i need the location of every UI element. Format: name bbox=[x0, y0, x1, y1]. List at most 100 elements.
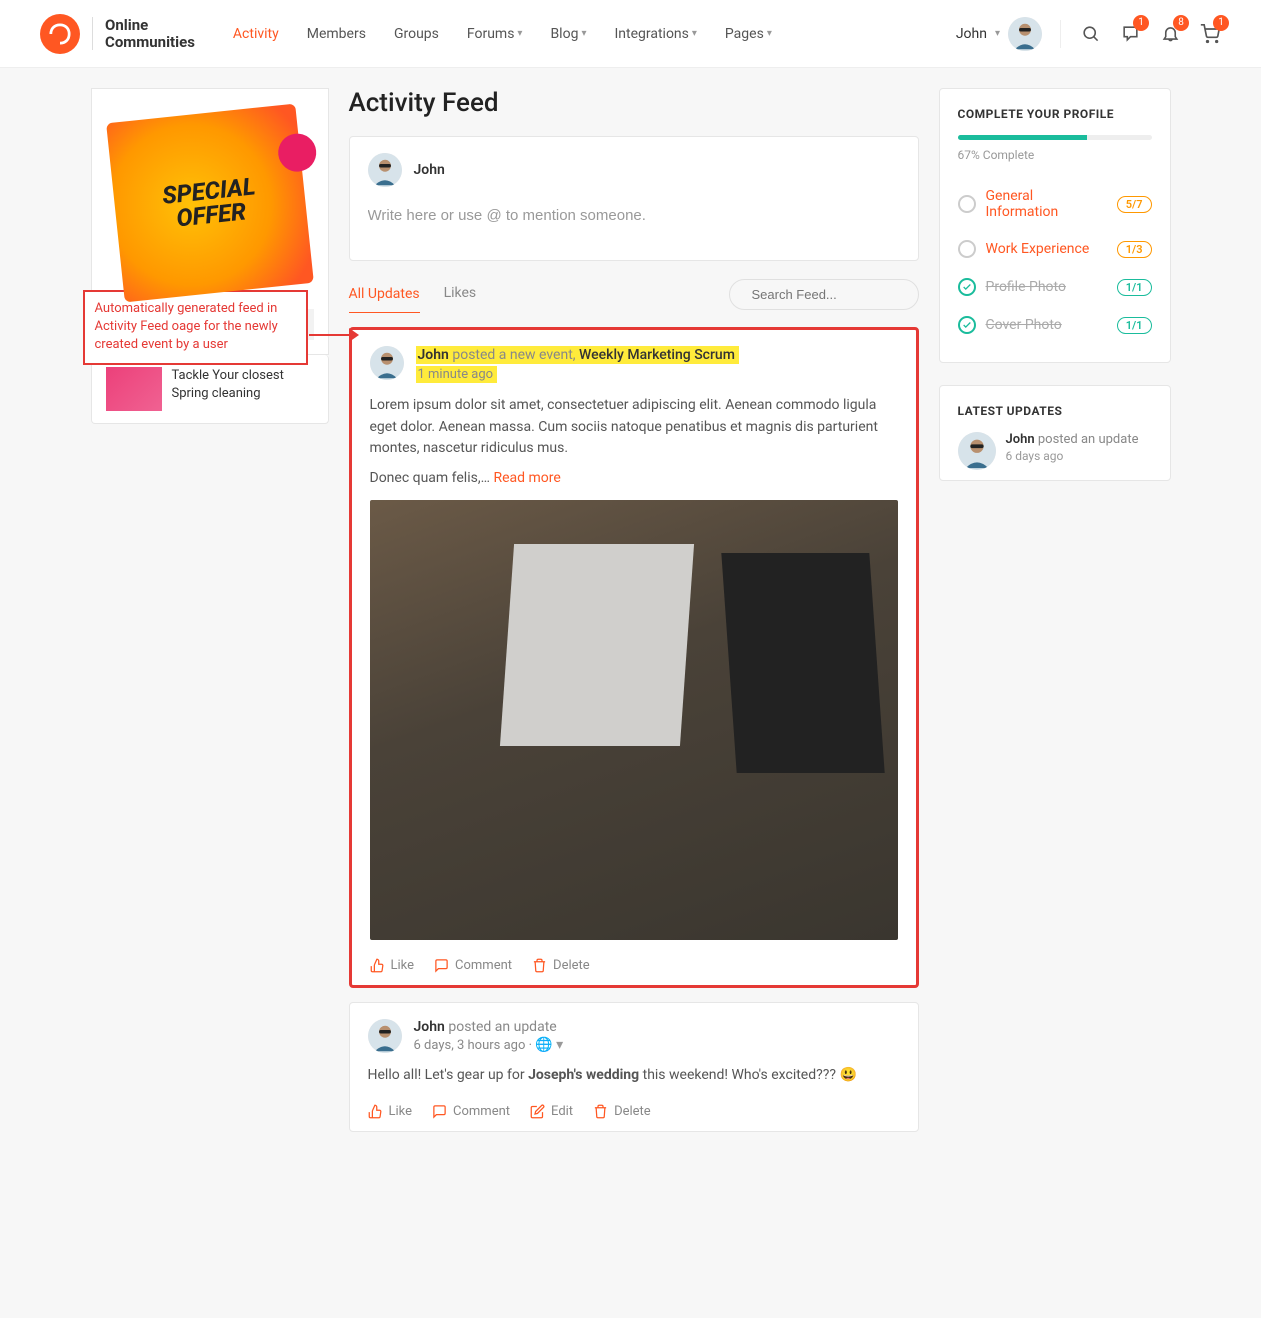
avatar bbox=[368, 153, 402, 187]
feed-actions: Like Comment Edit Delete bbox=[368, 1100, 900, 1119]
nav-forums[interactable]: Forums▾ bbox=[467, 26, 523, 42]
edit-button[interactable]: Edit bbox=[530, 1104, 573, 1119]
annotation-callout: Automatically generated feed in Activity… bbox=[83, 290, 308, 365]
nav-groups[interactable]: Groups bbox=[394, 26, 439, 42]
nav-integrations[interactable]: Integrations▾ bbox=[614, 26, 696, 42]
tab-likes[interactable]: Likes bbox=[444, 275, 477, 313]
check-circle-icon bbox=[958, 316, 976, 334]
like-icon bbox=[370, 958, 385, 973]
delete-button[interactable]: Delete bbox=[532, 958, 590, 973]
nav-forums-label: Forums bbox=[467, 26, 515, 42]
search-icon[interactable] bbox=[1079, 23, 1101, 45]
read-more-link[interactable]: Read more bbox=[493, 470, 560, 486]
comment-icon bbox=[432, 1104, 447, 1119]
task-row[interactable]: Work Experience1/3 bbox=[958, 230, 1152, 268]
progress-label: 67% Complete bbox=[958, 148, 1152, 162]
nav-blog[interactable]: Blog▾ bbox=[550, 26, 586, 42]
like-icon bbox=[368, 1104, 383, 1119]
comment-button[interactable]: Comment bbox=[434, 958, 512, 973]
composer: John bbox=[349, 136, 919, 261]
feed-body-more: Donec quam felis,… Read more bbox=[370, 468, 898, 490]
widget-title: COMPLETE YOUR PROFILE bbox=[958, 107, 1152, 121]
feed-actions: Like Comment Delete bbox=[370, 954, 898, 973]
feed-time-row: 6 days, 3 hours ago · 🌐 ▾ bbox=[414, 1037, 564, 1053]
promo-text: SPECIAL OFFER bbox=[161, 174, 259, 231]
globe-icon[interactable]: 🌐 ▾ bbox=[535, 1037, 563, 1053]
feed-time: 6 days, 3 hours ago bbox=[414, 1038, 526, 1053]
feed-action: posted a new event, bbox=[452, 347, 575, 363]
annotation-text: Automatically generated feed in Activity… bbox=[95, 301, 278, 352]
emoji-icon: 😃 bbox=[839, 1067, 856, 1083]
messages-badge: 1 bbox=[1133, 15, 1149, 31]
feed-author[interactable]: John bbox=[414, 1019, 445, 1035]
divider bbox=[1060, 20, 1061, 48]
like-label: Like bbox=[389, 1104, 413, 1119]
brand-line2: Communities bbox=[105, 34, 195, 51]
task-name: Work Experience bbox=[986, 241, 1107, 257]
update-time: 6 days ago bbox=[1006, 449, 1139, 463]
cart-badge: 1 bbox=[1213, 15, 1229, 31]
nav-pages[interactable]: Pages▾ bbox=[725, 26, 772, 42]
side-list: Tackle Your closest Spring cleaning bbox=[91, 355, 329, 424]
logo-icon bbox=[40, 14, 80, 54]
feed-body: Lorem ipsum dolor sit amet, consectetuer… bbox=[370, 395, 898, 460]
search-feed[interactable] bbox=[729, 279, 919, 310]
side-item[interactable]: Tackle Your closest Spring cleaning bbox=[92, 355, 328, 423]
chevron-down-icon: ▾ bbox=[692, 28, 697, 39]
left-sidebar: SPECIAL OFFER Black Friday is here! Tack… bbox=[91, 88, 329, 1146]
nav-blog-label: Blog bbox=[550, 26, 578, 42]
progress-fill bbox=[958, 135, 1088, 140]
feed-item-event: John posted a new event, Weekly Marketin… bbox=[349, 327, 919, 988]
header: Online Communities Activity Members Grou… bbox=[0, 0, 1261, 68]
delete-icon bbox=[532, 958, 547, 973]
delete-label: Delete bbox=[553, 958, 590, 973]
notifications-icon[interactable]: 8 bbox=[1159, 23, 1181, 45]
widget-title: LATEST UPDATES bbox=[958, 404, 1152, 418]
composer-input[interactable] bbox=[368, 201, 900, 244]
task-row[interactable]: Profile Photo1/1 bbox=[958, 268, 1152, 306]
feed-image[interactable] bbox=[370, 500, 898, 940]
nav-members[interactable]: Members bbox=[307, 26, 366, 42]
like-button[interactable]: Like bbox=[368, 1104, 413, 1119]
main-nav: Activity Members Groups Forums▾ Blog▾ In… bbox=[233, 26, 772, 42]
feed-event-link[interactable]: Weekly Marketing Scrum bbox=[579, 347, 735, 363]
feed-body-post: this weekend! Who's excited??? bbox=[639, 1067, 839, 1083]
delete-button[interactable]: Delete bbox=[593, 1104, 651, 1119]
feed-tabs: All Updates Likes bbox=[349, 275, 919, 313]
comment-icon bbox=[434, 958, 449, 973]
notifications-badge: 8 bbox=[1173, 15, 1189, 31]
task-badge: 5/7 bbox=[1117, 196, 1152, 213]
feed-body-bold: Joseph's wedding bbox=[528, 1067, 639, 1083]
user-menu[interactable]: John ▾ bbox=[956, 17, 1042, 51]
nav-activity[interactable]: Activity bbox=[233, 26, 279, 42]
edit-label: Edit bbox=[551, 1104, 573, 1119]
edit-icon bbox=[530, 1104, 545, 1119]
like-button[interactable]: Like bbox=[370, 958, 415, 973]
chevron-down-icon: ▾ bbox=[517, 28, 522, 39]
update-row[interactable]: John posted an update 6 days ago bbox=[958, 432, 1152, 470]
avatar[interactable] bbox=[368, 1019, 402, 1053]
update-author: John bbox=[1006, 432, 1035, 447]
avatar[interactable] bbox=[370, 346, 404, 380]
latest-updates-widget: LATEST UPDATES John posted an update 6 d… bbox=[939, 385, 1171, 481]
composer-author: John bbox=[414, 162, 445, 178]
right-sidebar: COMPLETE YOUR PROFILE 67% Complete Gener… bbox=[939, 88, 1171, 1146]
header-right: John ▾ 1 8 1 bbox=[956, 17, 1221, 51]
comment-label: Comment bbox=[455, 958, 512, 973]
comment-button[interactable]: Comment bbox=[432, 1104, 510, 1119]
task-row[interactable]: Cover Photo1/1 bbox=[958, 306, 1152, 344]
feed-author[interactable]: John bbox=[418, 347, 449, 363]
logo[interactable]: Online Communities bbox=[40, 14, 195, 54]
feed-headline-highlight: John posted a new event, Weekly Marketin… bbox=[416, 346, 739, 364]
profile-completion-widget: COMPLETE YOUR PROFILE 67% Complete Gener… bbox=[939, 88, 1171, 363]
delete-label: Delete bbox=[614, 1104, 651, 1119]
feed-body: Hello all! Let's gear up for Joseph's we… bbox=[368, 1065, 900, 1087]
messages-icon[interactable]: 1 bbox=[1119, 23, 1141, 45]
tab-all-updates[interactable]: All Updates bbox=[349, 276, 420, 313]
cart-icon[interactable]: 1 bbox=[1199, 23, 1221, 45]
side-thumbnail bbox=[106, 367, 162, 411]
search-feed-input[interactable] bbox=[752, 287, 928, 302]
feed-body-truncated: Donec quam felis,… bbox=[370, 470, 490, 486]
task-row[interactable]: General Information5/7 bbox=[958, 178, 1152, 230]
delete-icon bbox=[593, 1104, 608, 1119]
